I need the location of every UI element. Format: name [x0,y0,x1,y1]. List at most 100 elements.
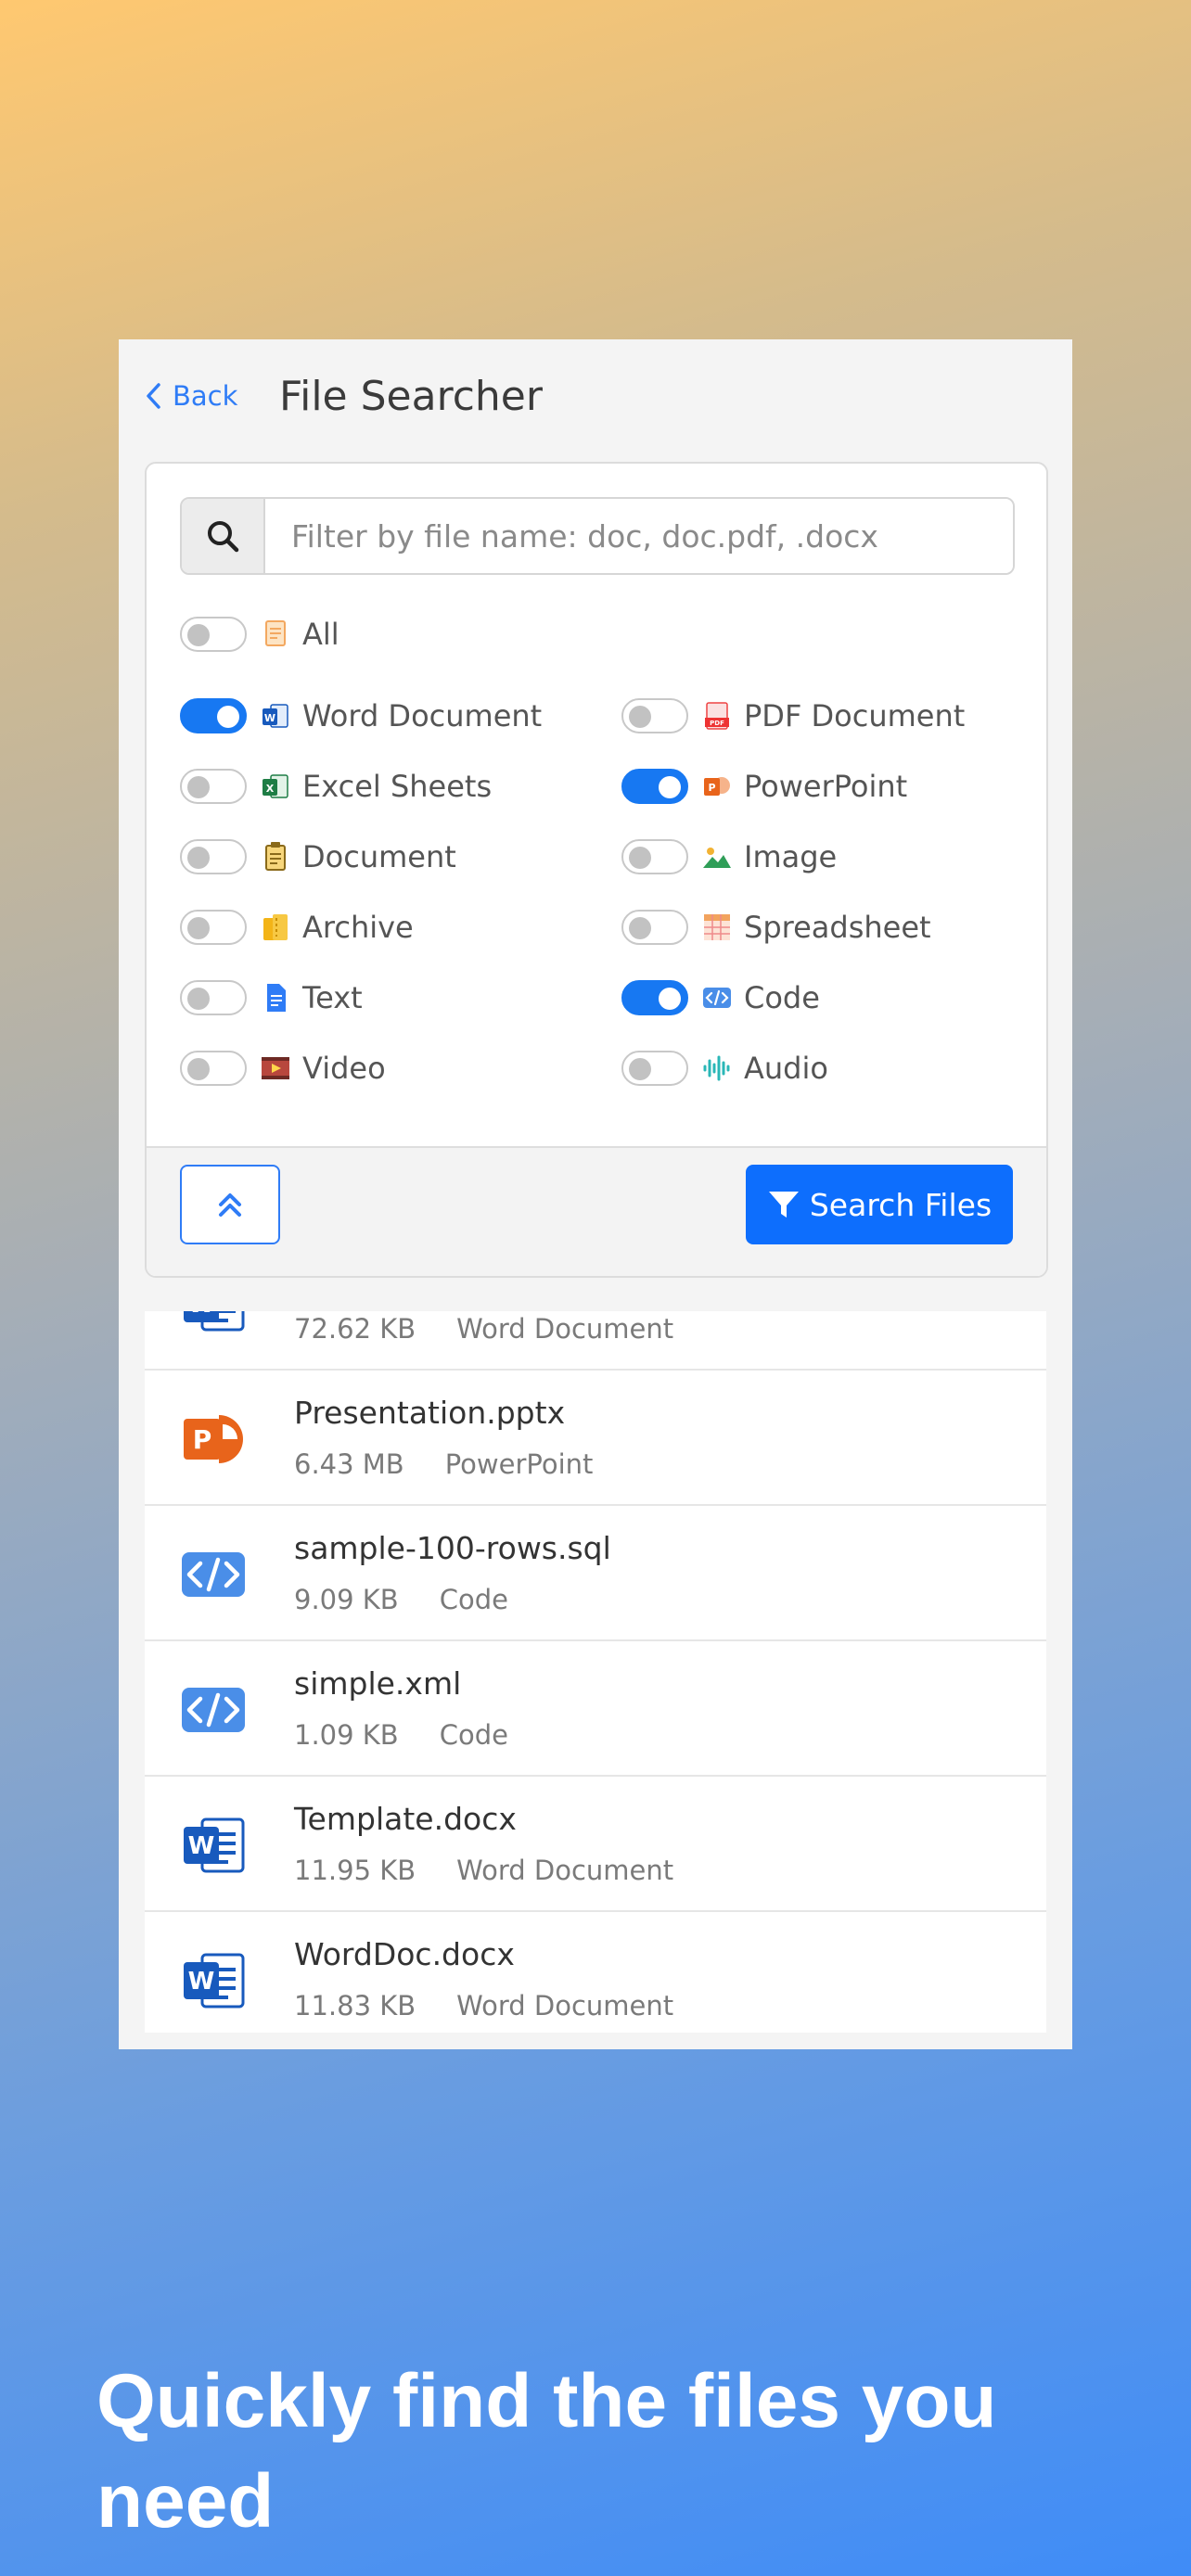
search-files-button[interactable]: Search Files [746,1165,1013,1244]
word-icon: W [260,699,291,733]
search-input[interactable] [265,499,1013,573]
file-meta: 9.09 KB Code [294,1584,508,1615]
list-item[interactable]: sample-100-rows.sql 9.09 KB Code [145,1506,1046,1641]
filter-icon [768,1192,799,1218]
chevrons-up-icon [219,1193,241,1217]
search-icon [208,521,239,553]
file-type: Code [439,1584,508,1615]
toggle-code[interactable] [621,980,688,1015]
promo-headline: Quickly find the files you need [96,2359,997,2544]
collapse-button[interactable] [180,1165,280,1244]
toggle-excel-sheets[interactable] [180,769,247,804]
back-label: Back [173,380,238,412]
pdf-icon: PDF [701,699,733,733]
word-file-icon: W [178,1810,249,1881]
filter-audio: Audio [621,1048,828,1089]
powerpoint-icon: P [701,770,733,803]
filter-label: Audio [744,1051,828,1086]
svg-text:W: W [188,1832,215,1860]
file-name: Presentation.pptx [294,1395,566,1431]
file-size: 6.43 MB [294,1448,404,1480]
file-size: 72.62 KB [294,1313,416,1345]
filter-label: Document [302,839,456,874]
powerpoint-file-icon: P [178,1404,249,1474]
code-file-icon [178,1539,249,1610]
filter-panel: All W Word Document PDF PDF Document X Excel … [145,462,1048,1278]
svg-text:W: W [264,712,275,724]
filter-document: Document [180,836,456,877]
filter-label: PowerPoint [744,769,908,804]
filter-label: PDF Document [744,698,966,733]
list-item[interactable]: W WordDoc.docx 11.83 KB Word Document [145,1912,1046,2033]
toggle-spreadsheet[interactable] [621,910,688,945]
file-meta: 11.95 KB Word Document [294,1855,673,1886]
toggle-video[interactable] [180,1051,247,1086]
toggle-pdf-document[interactable] [621,698,688,733]
toggle-powerpoint[interactable] [621,769,688,804]
file-type: Code [439,1719,508,1751]
image-icon [701,840,733,874]
file-name: simple.xml [294,1665,462,1702]
audio-icon [701,1052,733,1085]
filter-all: All [180,614,339,655]
file-name: Template.docx [294,1801,517,1837]
filter-label: Archive [302,910,414,945]
file-size: 11.83 KB [294,1990,416,2021]
panel-footer: Search Files [147,1146,1046,1276]
filter-label: Spreadsheet [744,910,931,945]
chevron-left-icon [147,383,160,409]
toggle-image[interactable] [621,839,688,874]
toggle-audio[interactable] [621,1051,688,1086]
word-file-icon: W [178,1311,249,1339]
svg-text:P: P [193,1424,212,1455]
code-file-icon [178,1675,249,1745]
file-meta: 72.62 KB Word Document [294,1313,673,1345]
toggle-all[interactable] [180,617,247,652]
file-size: 9.09 KB [294,1584,399,1615]
filter-excel-sheets: X Excel Sheets [180,766,492,807]
file-name: sample-100-rows.sql [294,1530,611,1566]
list-item[interactable]: simple.xml 1.09 KB Code [145,1641,1046,1777]
filter-label: All [302,617,339,652]
filter-label: Image [744,839,838,874]
list-item[interactable]: P Presentation.pptx 6.43 MB PowerPoint [145,1371,1046,1506]
results-list: W 72.62 KB Word Document P Presentation.pptx… [145,1311,1046,2033]
archive-icon [260,911,291,944]
search-files-label: Search Files [809,1186,992,1223]
filter-text: Text [180,977,363,1018]
list-item[interactable]: W 72.62 KB Word Document [145,1311,1046,1371]
filter-pdf-document: PDF PDF Document [621,695,965,736]
file-size: 11.95 KB [294,1855,416,1886]
toggle-word-document[interactable] [180,698,247,733]
file-meta: 6.43 MB PowerPoint [294,1448,593,1480]
svg-text:W: W [188,1968,215,1996]
code-icon [701,981,733,1014]
back-button[interactable]: Back [143,380,237,412]
toggle-text[interactable] [180,980,247,1015]
filter-video: Video [180,1048,386,1089]
toggle-archive[interactable] [180,910,247,945]
search-button[interactable] [182,499,265,573]
svg-text:P: P [708,782,715,794]
svg-text:X: X [266,783,275,795]
search-bar [180,497,1015,575]
document-icon [260,840,291,874]
filter-image: Image [621,836,837,877]
file-type: PowerPoint [444,1448,594,1480]
all-files-icon [260,618,291,651]
toggle-document[interactable] [180,839,247,874]
svg-text:PDF: PDF [710,720,724,727]
top-bar: Back File Searcher [119,339,1072,462]
file-meta: 1.09 KB Code [294,1719,508,1751]
file-type: Word Document [456,1855,674,1886]
list-item[interactable]: W Template.docx 11.95 KB Word Document [145,1777,1046,1912]
file-meta: 11.83 KB Word Document [294,1990,673,2021]
filter-word-document: W Word Document [180,695,542,736]
file-type: Word Document [456,1990,674,2021]
word-file-icon: W [178,1945,249,2016]
text-icon [260,981,291,1014]
filter-spreadsheet: Spreadsheet [621,907,931,948]
file-size: 1.09 KB [294,1719,399,1751]
filter-label: Code [744,980,820,1015]
excel-icon: X [260,770,291,803]
